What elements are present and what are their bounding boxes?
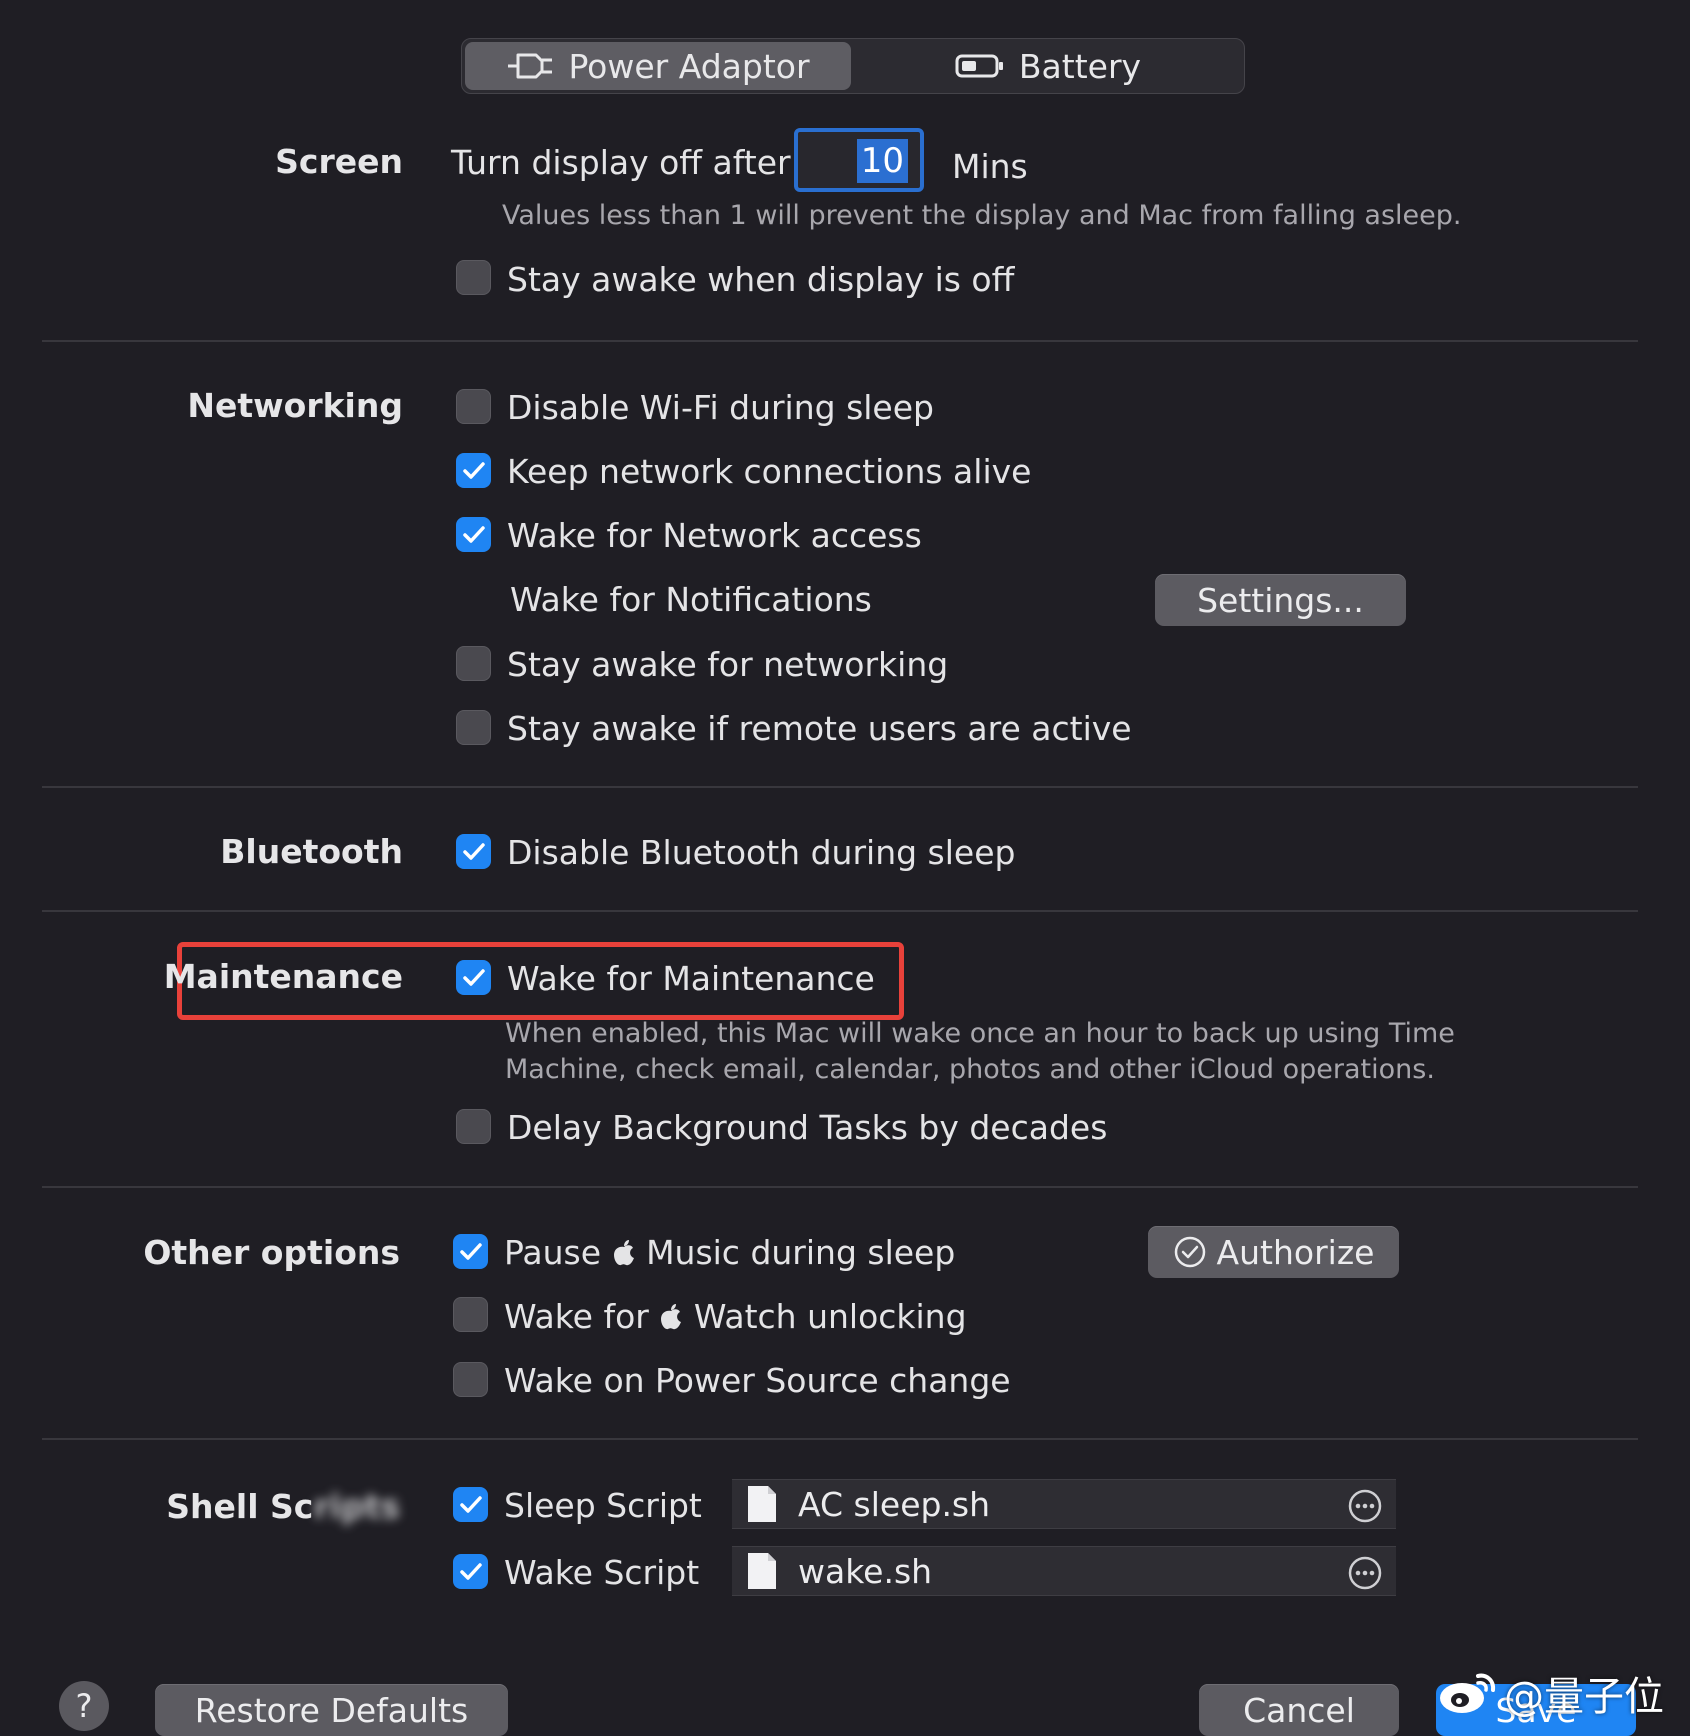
divider	[42, 340, 1638, 342]
section-label-shell-scripts: Shell Scripts	[166, 1487, 400, 1526]
stay-awake-remote-users-label: Stay awake if remote users are active	[507, 709, 1132, 748]
checkmark-icon	[462, 461, 485, 479]
divider	[42, 910, 1638, 912]
checkmark-icon	[462, 842, 485, 860]
display-off-minutes-field[interactable]: 10	[794, 128, 924, 192]
sleep-script-label: Sleep Script	[504, 1486, 702, 1525]
section-label-bluetooth: Bluetooth	[220, 832, 403, 871]
disable-bluetooth-checkbox[interactable]	[456, 834, 491, 869]
wake-notifications-label: Wake for Notifications	[510, 580, 872, 619]
checkmark-icon	[459, 1495, 482, 1513]
wake-network-access-label: Wake for Network access	[507, 516, 922, 555]
wake-power-source-checkbox[interactable]	[453, 1362, 488, 1397]
shell-label-text: Shell Sc	[166, 1487, 314, 1526]
help-button[interactable]: ?	[59, 1681, 109, 1731]
wake-script-checkbox[interactable]	[453, 1554, 488, 1589]
apple-logo-icon	[613, 1240, 634, 1266]
pause-music-checkbox[interactable]	[453, 1234, 488, 1269]
power-source-tabs: Power Adaptor Battery	[461, 38, 1245, 94]
notification-settings-button[interactable]: Settings...	[1155, 574, 1406, 626]
restore-defaults-label: Restore Defaults	[194, 1690, 469, 1730]
wake-power-source-label: Wake on Power Source change	[504, 1361, 1011, 1400]
keep-network-alive-checkbox[interactable]	[456, 453, 491, 488]
tab-power-adaptor[interactable]: Power Adaptor	[465, 42, 851, 90]
checkmark-icon	[462, 525, 485, 543]
authorize-button-label: Authorize	[1216, 1232, 1375, 1272]
pause-music-suffix: Music during sleep	[646, 1233, 956, 1272]
authorize-button[interactable]: Authorize	[1148, 1226, 1399, 1278]
stay-awake-networking-checkbox[interactable]	[456, 646, 491, 681]
delay-background-tasks-label: Delay Background Tasks by decades	[507, 1108, 1108, 1147]
document-icon	[748, 1553, 776, 1589]
sleep-script-checkbox[interactable]	[453, 1487, 488, 1522]
section-label-screen: Screen	[275, 142, 403, 181]
checkmark-circle-icon	[1174, 1236, 1205, 1268]
disable-wifi-checkbox[interactable]	[456, 389, 491, 424]
maintenance-hint-line-2: Machine, check email, calendar, photos a…	[505, 1054, 1435, 1085]
turn-display-off-label: Turn display off after	[451, 143, 791, 182]
blurred-text: ripts	[313, 1487, 400, 1526]
cancel-label: Cancel	[1243, 1690, 1355, 1730]
wake-watch-unlock-label: Wake for Watch unlocking	[504, 1297, 967, 1336]
wake-maintenance-checkbox[interactable]	[456, 960, 491, 995]
disable-bluetooth-label: Disable Bluetooth during sleep	[507, 833, 1016, 872]
more-options-icon[interactable]	[1348, 1556, 1382, 1590]
section-label-networking: Networking	[187, 386, 403, 425]
sleep-script-filename: AC sleep.sh	[798, 1484, 991, 1524]
wake-script-file-field[interactable]: wake.sh	[732, 1546, 1396, 1596]
divider	[42, 786, 1638, 788]
divider	[42, 1438, 1638, 1440]
tab-label: Power Adaptor	[568, 46, 810, 86]
disable-wifi-label: Disable Wi-Fi during sleep	[507, 388, 934, 427]
wake-watch-prefix: Wake for	[504, 1297, 649, 1336]
apple-logo-icon	[661, 1304, 682, 1330]
screen-hint: Values less than 1 will prevent the disp…	[502, 200, 1462, 231]
document-icon	[748, 1486, 776, 1522]
battery-icon	[955, 54, 1003, 78]
checkmark-icon	[459, 1242, 482, 1260]
sleep-script-file-field[interactable]: AC sleep.sh	[732, 1479, 1396, 1529]
stay-awake-remote-users-checkbox[interactable]	[456, 710, 491, 745]
checkmark-icon	[462, 968, 485, 986]
section-label-other-options: Other options	[143, 1233, 400, 1272]
tab-label: Battery	[1018, 46, 1142, 86]
wake-script-filename: wake.sh	[798, 1551, 933, 1591]
wake-script-label: Wake Script	[504, 1553, 700, 1592]
wake-watch-suffix: Watch unlocking	[693, 1297, 967, 1336]
restore-defaults-button[interactable]: Restore Defaults	[155, 1684, 508, 1736]
checkmark-icon	[459, 1562, 482, 1580]
stay-awake-display-off-label: Stay awake when display is off	[507, 260, 1015, 299]
help-icon: ?	[75, 1687, 93, 1725]
pause-music-label: Pause Music during sleep	[504, 1233, 955, 1272]
weibo-logo-icon	[1440, 1673, 1496, 1713]
pause-music-prefix: Pause	[504, 1233, 602, 1272]
tab-battery[interactable]: Battery	[855, 42, 1241, 90]
stay-awake-display-off-checkbox[interactable]	[456, 260, 491, 295]
maintenance-hint-line-1: When enabled, this Mac will wake once an…	[505, 1018, 1455, 1049]
divider	[42, 1186, 1638, 1188]
stay-awake-networking-label: Stay awake for networking	[507, 645, 949, 684]
wake-watch-unlock-checkbox[interactable]	[453, 1297, 488, 1332]
keep-network-alive-label: Keep network connections alive	[507, 452, 1032, 491]
weibo-watermark: @量子位	[1438, 1664, 1664, 1722]
settings-button-label: Settings...	[1197, 580, 1364, 620]
power-plug-icon	[508, 53, 553, 79]
minutes-unit: Mins	[952, 147, 1028, 186]
more-options-icon[interactable]	[1348, 1489, 1382, 1523]
wake-maintenance-label: Wake for Maintenance	[507, 959, 875, 998]
watermark-text: @量子位	[1504, 1674, 1664, 1720]
cancel-button[interactable]: Cancel	[1199, 1684, 1399, 1736]
section-label-maintenance: Maintenance	[163, 957, 403, 996]
delay-background-tasks-checkbox[interactable]	[456, 1109, 491, 1144]
minutes-value: 10	[856, 139, 908, 183]
wake-network-access-checkbox[interactable]	[456, 517, 491, 552]
